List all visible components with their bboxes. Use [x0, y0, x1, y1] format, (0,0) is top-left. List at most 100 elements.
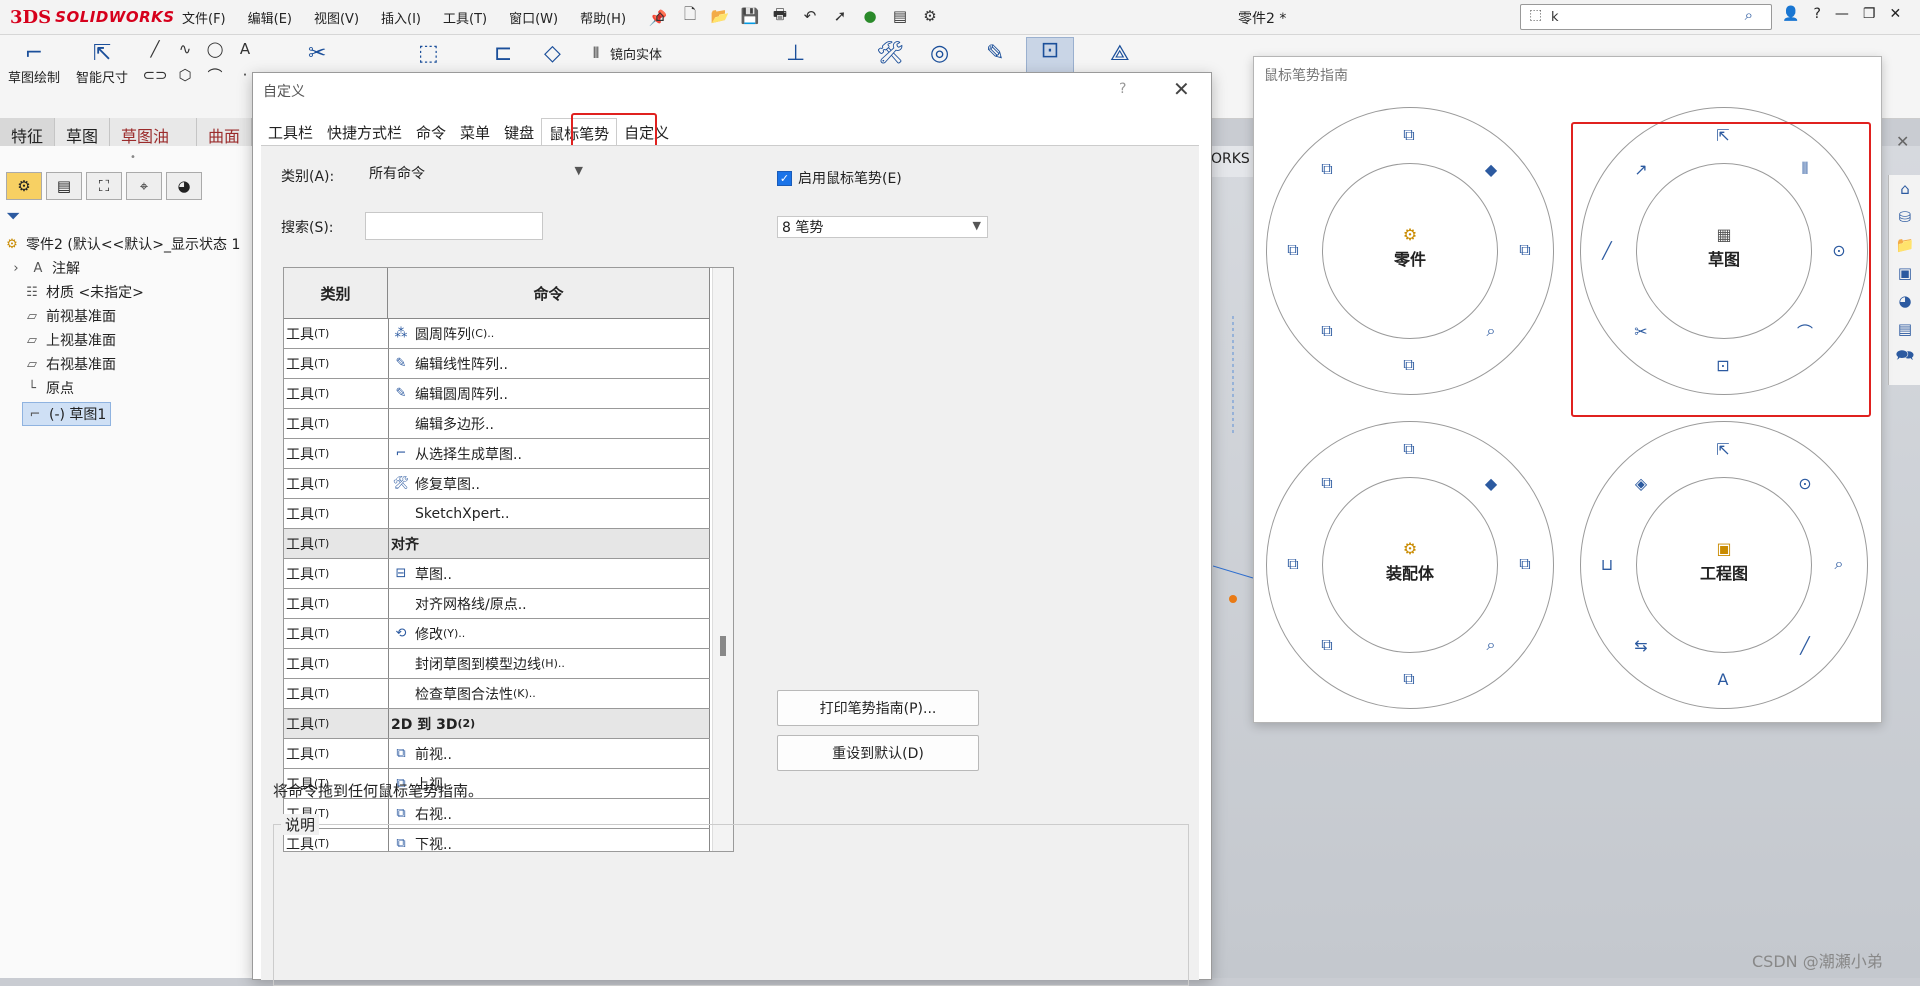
tree-item-right-plane[interactable]: ▱ 右视基准面 — [24, 354, 116, 374]
top-view-icon[interactable]: ⧉ — [1398, 124, 1420, 146]
featuremanager-tab-icon[interactable]: ⚙ — [6, 172, 42, 200]
search-input[interactable]: k — [1551, 10, 1559, 25]
front-view-icon[interactable]: ⧉ — [1316, 158, 1338, 180]
tab-surfaces[interactable]: 曲面 — [197, 118, 252, 146]
tree-item-material[interactable]: ☷ 材质 <未指定> — [24, 282, 144, 302]
rebuild-icon[interactable]: ● — [860, 6, 880, 26]
mirror-entities-button[interactable]: ⫴ 镜向实体 — [586, 43, 662, 63]
tab-commands[interactable]: 命令 — [409, 118, 453, 148]
table-row[interactable]: 工具 (T) 编辑多边形.. — [284, 409, 710, 439]
surface-offset-button[interactable]: ◇ — [544, 41, 561, 67]
centerline-icon[interactable]: ╱ — [1794, 634, 1816, 656]
command-cell[interactable]: 对齐网格线/原点.. — [389, 589, 710, 618]
tab-sketch[interactable]: 草图 — [55, 118, 110, 146]
panel-splitter-dot[interactable]: • — [130, 152, 136, 163]
command-cell[interactable]: 封闭草图到模型边线 (H).. — [389, 649, 710, 678]
left-view-icon[interactable]: ⧉ — [1282, 239, 1304, 261]
zoom-to-fit-icon[interactable]: ⌕ — [1480, 634, 1502, 656]
circle-icon[interactable]: ◯ — [205, 39, 225, 59]
print-gesture-guide-button[interactable]: 打印笔势指南(P)... — [777, 690, 979, 726]
sketch-button[interactable]: ⌐ 草图绘制 — [8, 41, 60, 86]
dialog-close-button[interactable]: ✕ — [1173, 77, 1190, 101]
select-icon[interactable]: ➚ — [830, 6, 850, 26]
user-icon[interactable]: 👤 — [1782, 6, 1799, 22]
menu-tools[interactable]: 工具(T) — [441, 7, 489, 29]
fillet-icon[interactable]: ⌒ — [205, 65, 225, 85]
tree-root-part[interactable]: ⚙ 零件2 (默认<<默认>_显示状态 1 — [4, 234, 240, 254]
top-view-icon[interactable]: ⧉ — [1398, 438, 1420, 460]
search-icon[interactable]: ⌕ — [1745, 6, 1753, 24]
reset-to-default-button[interactable]: 重设到默认(D) — [777, 735, 979, 771]
table-group-row[interactable]: 工具 (T) 对齐 — [284, 529, 710, 559]
command-cell[interactable]: 2D 到 3D (2) — [389, 709, 710, 738]
tab-features[interactable]: 特征 — [0, 118, 55, 146]
command-cell[interactable]: ⧉ 前视.. — [389, 739, 710, 768]
open-icon[interactable]: 📂 — [710, 6, 730, 26]
trimetric-view-icon[interactable]: ⧉ — [1316, 320, 1338, 342]
command-cell[interactable]: ⌐ 从选择生成草图.. — [389, 439, 710, 468]
restore-icon[interactable]: ❐ — [1863, 6, 1876, 22]
zoom-to-fit-icon[interactable]: ⌕ — [1480, 320, 1502, 342]
save-icon[interactable]: 💾 — [740, 6, 760, 26]
slot-icon[interactable]: ⊂⊃ — [142, 65, 167, 85]
view-palette-icon[interactable]: ▣ — [1889, 259, 1920, 287]
table-row[interactable]: 工具 (T) ⌐ 从选择生成草图.. — [284, 439, 710, 469]
table-row[interactable]: 工具 (T) 对齐网格线/原点.. — [284, 589, 710, 619]
task-home-icon[interactable]: ⌂ — [1889, 175, 1920, 203]
menu-help[interactable]: 帮助(H) — [578, 7, 628, 29]
spline-icon[interactable]: ∿ — [175, 39, 195, 59]
command-cell[interactable]: 对齐 — [389, 529, 710, 558]
shaded-sketch-button[interactable]: ⟁ — [1110, 41, 1130, 67]
repair-sketch-button[interactable]: 🛠 — [876, 41, 904, 67]
menu-edit[interactable]: 编辑(E) — [246, 7, 294, 29]
displaymanager-tab-icon[interactable]: ◕ — [166, 172, 202, 200]
tree-item-top-plane[interactable]: ▱ 上视基准面 — [24, 330, 116, 350]
search-box[interactable]: ⬚ k ⌕ — [1520, 4, 1772, 30]
forum-icon[interactable]: 🗪 — [1889, 343, 1920, 371]
gesture-count-select[interactable]: 8 笔势 ▼ — [777, 216, 988, 238]
options-gear-icon[interactable]: ⚙ — [920, 6, 940, 26]
right-view-icon[interactable]: ⧉ — [1514, 553, 1536, 575]
table-row[interactable]: 工具 (T) SketchXpert.. — [284, 499, 710, 529]
column-header-category[interactable]: 类别 — [284, 268, 388, 318]
tab-keyboard[interactable]: 键盘 — [497, 118, 541, 148]
command-cell[interactable]: 编辑多边形.. — [389, 409, 710, 438]
undo-icon[interactable]: ↶ — [800, 6, 820, 26]
filter-icon[interactable]: ⏷ — [6, 206, 20, 227]
solidworks-logo[interactable]: 3DS SOLIDWORKS — [10, 4, 174, 30]
tree-item-front-plane[interactable]: ▱ 前视基准面 — [24, 306, 116, 326]
center-mark-icon[interactable]: ⊙ — [1794, 472, 1816, 494]
menu-file[interactable]: 文件(F) — [180, 7, 228, 29]
tree-item-annotations[interactable]: › A 注解 — [8, 258, 80, 278]
instant2d-button[interactable]: ⊡ — [1026, 37, 1074, 73]
help-icon[interactable]: ? — [1813, 6, 1820, 22]
alternate-position-icon[interactable]: ⇆ — [1630, 634, 1652, 656]
table-scrollbar[interactable] — [712, 268, 733, 851]
trimetric-view-icon[interactable]: ⧉ — [1316, 634, 1338, 656]
detail-view-icon[interactable]: ⌕ — [1828, 553, 1850, 575]
tab-menus[interactable]: 菜单 — [453, 118, 497, 148]
rapid-sketch-button[interactable]: ✎ — [986, 41, 1004, 67]
table-row[interactable]: 工具 (T) ⊟ 草图.. — [284, 559, 710, 589]
table-row[interactable]: 工具 (T) 🛠 修复草图.. — [284, 469, 710, 499]
left-view-icon[interactable]: ⧉ — [1282, 553, 1304, 575]
tab-toolbars[interactable]: 工具栏 — [261, 118, 320, 148]
category-select[interactable]: 所有命令 ▼ — [365, 162, 589, 184]
command-cell[interactable]: 🛠 修复草图.. — [389, 469, 710, 498]
display-relations-button[interactable]: ⊥ — [786, 41, 805, 67]
tab-sketch-ink[interactable]: 草图油墨 — [110, 118, 197, 170]
table-row[interactable]: 工具 (T) ✎ 编辑圆周阵列.. — [284, 379, 710, 409]
command-cell[interactable]: ⁂ 圆周阵列 (C).. — [389, 319, 710, 348]
smart-dimension-icon[interactable]: ⇱ — [1712, 438, 1734, 460]
convert-entities-button[interactable]: ⬚ — [418, 41, 439, 67]
table-row[interactable]: 工具 (T) ✎ 编辑线性阵列.. — [284, 349, 710, 379]
command-cell[interactable]: ⊟ 草图.. — [389, 559, 710, 588]
appearances-icon[interactable]: ◕ — [1889, 287, 1920, 315]
search-scope-icon[interactable]: ⬚ — [1529, 7, 1542, 23]
close-graphics-tab-icon[interactable]: ✕ — [1896, 132, 1909, 151]
menu-window[interactable]: 窗口(W) — [507, 7, 560, 29]
close-window-icon[interactable]: ✕ — [1889, 6, 1901, 22]
table-group-row[interactable]: 工具 (T) 2D 到 3D (2) — [284, 709, 710, 739]
new-document-icon[interactable]: 🗋 — [680, 5, 700, 26]
dimxpertmanager-tab-icon[interactable]: ⌖ — [126, 172, 162, 200]
